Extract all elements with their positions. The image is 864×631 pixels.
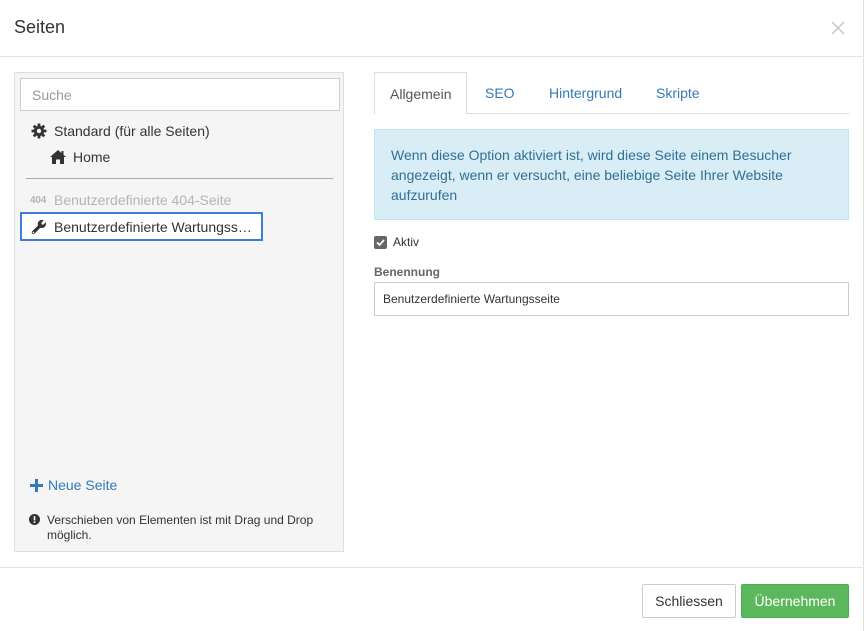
drag-drop-hint: Verschieben von Elementen ist mit Drag u…: [29, 513, 329, 543]
tree-item-standard[interactable]: Standard (für alle Seiten): [30, 119, 210, 143]
exclamation-circle-icon: [29, 514, 40, 529]
pages-dialog: Seiten Suche Standard (für alle Seiten) …: [0, 0, 864, 631]
active-checkbox-row: Aktiv: [374, 235, 419, 249]
close-icon[interactable]: [826, 16, 850, 40]
tree-item-404-page[interactable]: 404 Benutzerdefinierte 404-Seite: [30, 188, 231, 212]
tree-item-label: Home: [73, 149, 111, 165]
apply-button[interactable]: Übernehmen: [741, 584, 849, 618]
wrench-icon: [30, 218, 48, 236]
hint-text: Verschieben von Elementen ist mit Drag u…: [47, 513, 314, 542]
page-tree-panel: Standard (für alle Seiten) Home 404 Benu…: [14, 72, 344, 552]
name-field-label: Benennung: [374, 265, 440, 279]
404-badge: 404: [30, 194, 47, 206]
dialog-header: Seiten: [0, 0, 864, 57]
tab-allgemein[interactable]: Allgemein: [374, 72, 468, 115]
active-checkbox[interactable]: [374, 235, 387, 249]
tree-item-label: Benutzerdefinierte 404-Seite: [54, 192, 232, 208]
tree-item-home[interactable]: Home: [49, 145, 110, 169]
active-label: Aktiv: [393, 235, 420, 249]
name-field[interactable]: [374, 282, 849, 316]
close-button[interactable]: Schliessen: [642, 584, 736, 618]
tab-hintergrund[interactable]: Hintergrund: [534, 72, 637, 114]
tab-seo[interactable]: SEO: [470, 72, 530, 114]
new-page-link[interactable]: Neue Seite: [30, 477, 117, 493]
search-input[interactable]: [20, 78, 340, 111]
tab-skripte[interactable]: Skripte: [641, 72, 715, 114]
dialog-title: Seiten: [14, 17, 66, 37]
home-icon: [49, 148, 67, 166]
tree-item-maintenance-page[interactable]: Benutzerdefinierte Wartungss…: [20, 212, 263, 241]
gear-icon: [30, 122, 48, 140]
info-alert: Wenn diese Option aktiviert ist, wird di…: [374, 129, 849, 220]
tree-item-label: Benutzerdefinierte Wartungss…: [54, 218, 252, 235]
settings-tabs: Allgemein SEO Hintergrund Skripte: [374, 72, 849, 115]
dialog-footer: Schliessen Übernehmen: [0, 567, 864, 631]
tree-divider: [26, 178, 333, 179]
new-page-label: Neue Seite: [48, 477, 118, 493]
plus-icon: [30, 478, 43, 492]
tree-item-label: Standard (für alle Seiten): [54, 123, 210, 139]
